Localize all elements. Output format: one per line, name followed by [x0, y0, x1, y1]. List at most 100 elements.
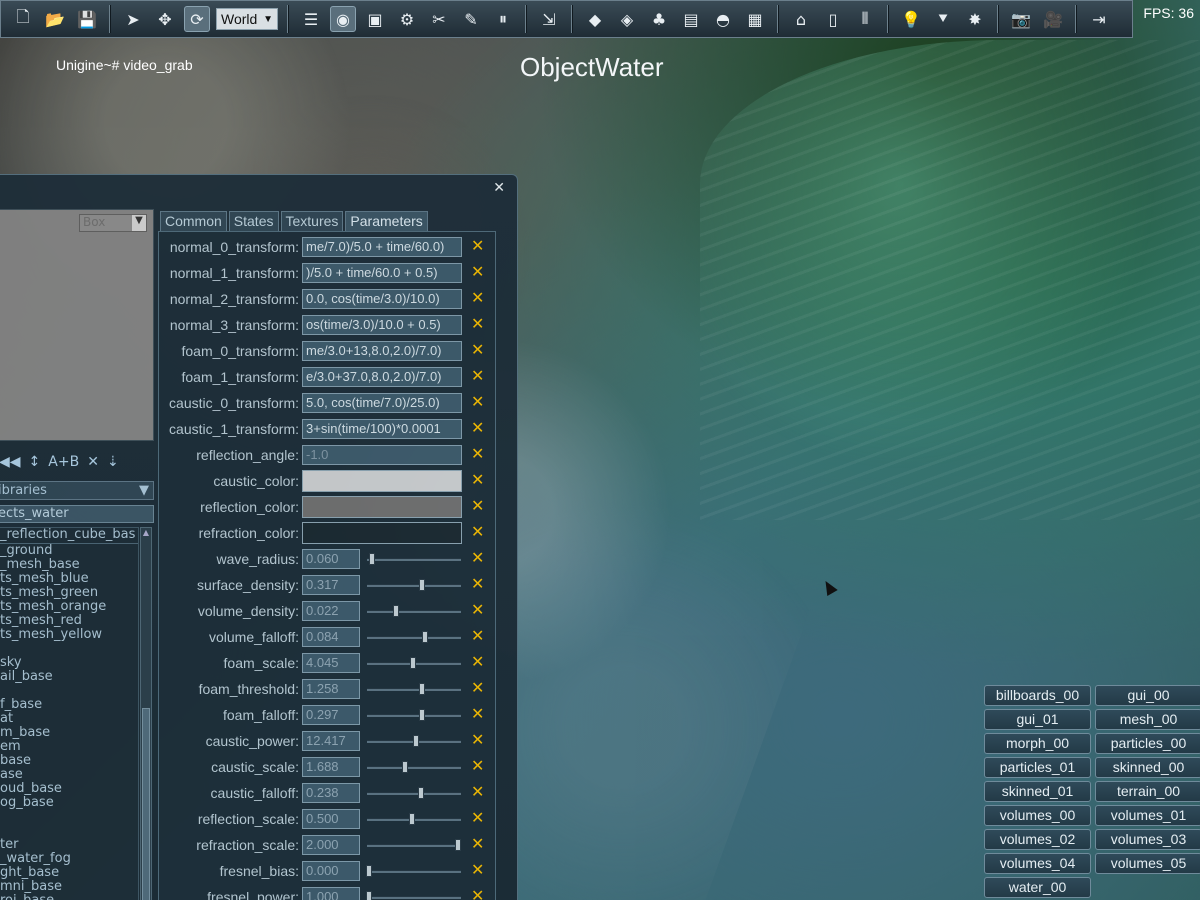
reset-icon[interactable]: ✕	[471, 236, 485, 256]
reset-icon[interactable]: ✕	[471, 756, 485, 776]
list-item[interactable]	[0, 810, 138, 824]
parameter-value-field[interactable]: 5.0, cos(time/7.0)/25.0)	[302, 393, 462, 413]
reset-icon[interactable]: ✕	[471, 782, 485, 802]
tools-icon[interactable]: ✂	[426, 6, 452, 32]
parameter-slider[interactable]	[367, 579, 461, 591]
parameter-number-field[interactable]: 0.297	[302, 705, 360, 725]
list-item[interactable]: em	[0, 740, 138, 754]
tab-common[interactable]: Common	[160, 211, 227, 231]
load-icon[interactable]: ⇣	[107, 454, 119, 470]
list-item[interactable]: ter	[0, 838, 138, 852]
parameter-slider[interactable]	[367, 839, 462, 851]
parameter-slider[interactable]	[367, 605, 461, 617]
reset-icon[interactable]: ✕	[471, 704, 485, 724]
parameter-number-field[interactable]: 0.084	[302, 627, 360, 647]
add-billboard-icon[interactable]: ▤	[678, 6, 704, 32]
parameter-value-field[interactable]: -1.0	[302, 445, 462, 465]
save-icon[interactable]: 💾	[74, 6, 100, 32]
add-world-sector-icon[interactable]: ⌂	[788, 6, 814, 32]
library-select[interactable]: ibraries ▼	[0, 481, 154, 500]
reset-icon[interactable]: ✕	[471, 652, 485, 672]
select-arrow-icon[interactable]: ➤	[120, 6, 146, 32]
rename-icon[interactable]: A+B	[48, 454, 79, 470]
list-item[interactable]: ail_base	[0, 670, 138, 684]
list-item[interactable]: oud_base	[0, 782, 138, 796]
list-item[interactable]: at	[0, 712, 138, 726]
object-button-gui-00[interactable]: gui_00	[1095, 685, 1200, 706]
parameter-value-field[interactable]: 3+sin(time/100)*0.0001	[302, 419, 462, 439]
collapse-icon[interactable]: ◀◀	[0, 454, 21, 470]
video-capture-icon[interactable]: 🎥	[1040, 6, 1066, 32]
move-icon[interactable]: ✥	[152, 6, 178, 32]
object-button-skinned-00[interactable]: skinned_00	[1095, 757, 1200, 778]
parameter-number-field[interactable]: 0.238	[302, 783, 360, 803]
parameter-number-field[interactable]: 2.000	[302, 835, 360, 855]
parameter-value-field[interactable]: me/3.0+13,8.0,2.0)/7.0)	[302, 341, 462, 361]
color-swatch[interactable]	[302, 496, 462, 518]
scroll-thumb[interactable]	[142, 708, 150, 900]
parameter-number-field[interactable]: 0.317	[302, 575, 360, 595]
list-item[interactable]	[0, 684, 138, 698]
parameter-number-field[interactable]: 0.500	[302, 809, 360, 829]
tab-textures[interactable]: Textures	[280, 211, 344, 231]
reset-icon[interactable]: ✕	[471, 522, 485, 542]
list-item[interactable]: ts_mesh_blue	[0, 572, 138, 586]
object-button-morph-00[interactable]: morph_00	[984, 733, 1091, 754]
add-grass-icon[interactable]: ♣	[646, 6, 672, 32]
list-item[interactable]: sky	[0, 656, 138, 670]
slider-knob[interactable]	[368, 553, 375, 565]
add-occluder-icon[interactable]: ⦀	[852, 6, 878, 32]
object-button-volumes-05[interactable]: volumes_05	[1095, 853, 1200, 874]
add-portal-icon[interactable]: ▯	[820, 6, 846, 32]
preview-shape-select[interactable]: Box ▼	[79, 214, 147, 232]
list-item[interactable]: m_base	[0, 726, 138, 740]
list-item[interactable]: _reflection_cube_bas	[0, 528, 138, 544]
list-item[interactable]: f_base	[0, 698, 138, 712]
object-button-volumes-02[interactable]: volumes_02	[984, 829, 1091, 850]
parameter-slider[interactable]	[367, 787, 461, 799]
object-button-water-00[interactable]: water_00	[984, 877, 1091, 898]
slider-knob[interactable]	[419, 579, 426, 591]
reset-icon[interactable]: ✕	[471, 470, 485, 490]
slider-knob[interactable]	[365, 891, 372, 900]
parameter-slider[interactable]	[367, 683, 461, 695]
import-icon[interactable]: ⇲	[536, 6, 562, 32]
parameter-slider[interactable]	[367, 761, 461, 773]
parameter-slider[interactable]	[365, 891, 461, 900]
list-item[interactable]: ts_mesh_yellow	[0, 628, 138, 642]
exit-icon[interactable]: ⇥	[1086, 6, 1112, 32]
reset-icon[interactable]: ✕	[471, 444, 485, 464]
parameter-value-field[interactable]: 0.0, cos(time/3.0)/10.0)	[302, 289, 462, 309]
parameter-slider[interactable]	[367, 709, 461, 721]
reset-icon[interactable]: ✕	[471, 600, 485, 620]
open-folder-icon[interactable]: 📂	[42, 6, 68, 32]
reset-icon[interactable]: ✕	[471, 262, 485, 282]
reset-icon[interactable]: ✕	[471, 496, 485, 516]
parameter-number-field[interactable]: 1.688	[302, 757, 360, 777]
list-item[interactable]: ts_mesh_orange	[0, 600, 138, 614]
slider-knob[interactable]	[401, 761, 408, 773]
add-decal-icon[interactable]: ◈	[614, 6, 640, 32]
object-button-particles-01[interactable]: particles_01	[984, 757, 1091, 778]
list-item[interactable]	[0, 824, 138, 838]
parameter-slider[interactable]	[367, 735, 461, 747]
slider-knob[interactable]	[419, 709, 426, 721]
parameter-value-field[interactable]: me/7.0)/5.0 + time/60.0)	[302, 237, 462, 257]
color-swatch[interactable]	[302, 522, 462, 544]
parameter-value-field[interactable]: )/5.0 + time/60.0 + 0.5)	[302, 263, 462, 283]
screenshot-icon[interactable]: 📷	[1008, 6, 1034, 32]
parameter-number-field[interactable]: 0.060	[302, 549, 360, 569]
list-item[interactable]: _water_fog	[0, 852, 138, 866]
list-item[interactable]	[0, 642, 138, 656]
parameter-number-field[interactable]: 1.000	[302, 887, 360, 900]
list-item[interactable]: _mesh_base	[0, 558, 138, 572]
parameter-slider[interactable]	[365, 865, 461, 877]
reset-icon[interactable]: ✕	[471, 288, 485, 308]
object-button-terrain-00[interactable]: terrain_00	[1095, 781, 1200, 802]
add-particles-icon[interactable]: ✸	[962, 6, 988, 32]
add-box-icon[interactable]: ◆	[582, 6, 608, 32]
reset-icon[interactable]: ✕	[471, 678, 485, 698]
reset-icon[interactable]: ✕	[471, 886, 485, 900]
parameter-number-field[interactable]: 12.417	[302, 731, 360, 751]
object-button-mesh-00[interactable]: mesh_00	[1095, 709, 1200, 730]
